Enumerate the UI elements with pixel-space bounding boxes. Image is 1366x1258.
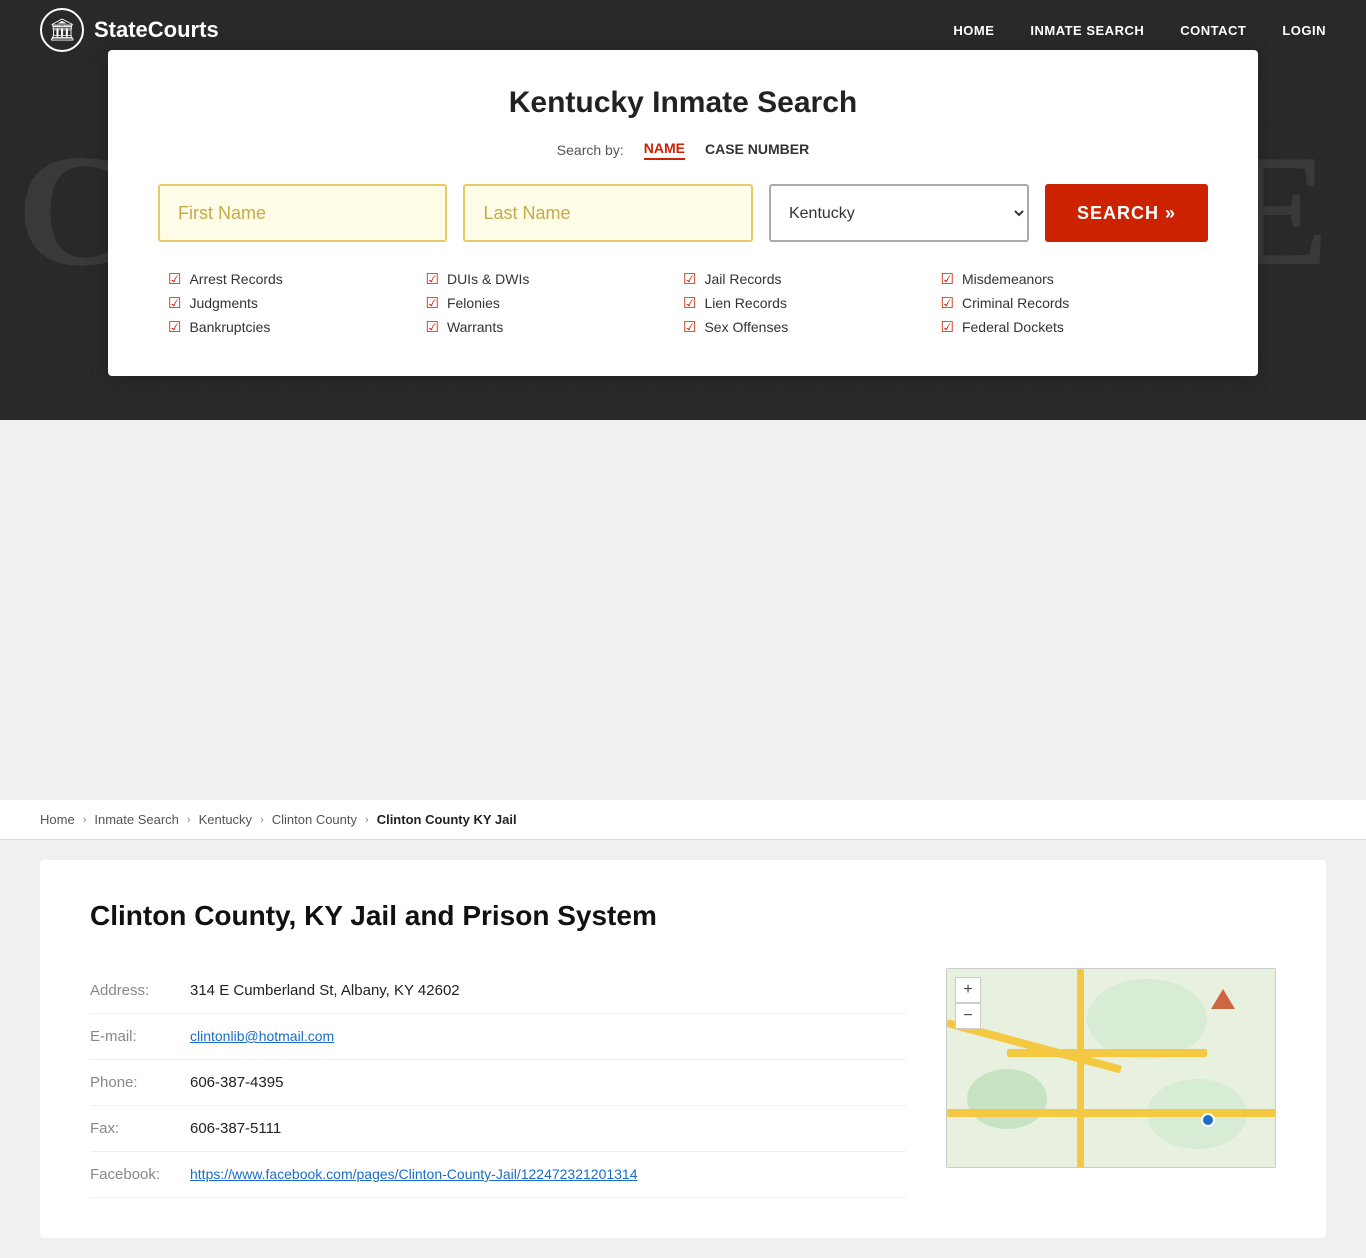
breadcrumb-separator: › [365,814,369,826]
breadcrumb: Home › Inmate Search › Kentucky › Clinton Coun… [0,800,1366,840]
check-icon: ☑ [426,294,439,312]
tab-name[interactable]: NAME [644,140,685,160]
check-item: ☑ Warrants [426,318,684,336]
map-road-h2 [947,1109,1275,1117]
breadcrumb-item-1[interactable]: Inmate Search [94,812,179,827]
check-item: ☑ Misdemeanors [941,270,1199,288]
check-item: ☑ Sex Offenses [683,318,941,336]
search-title: Kentucky Inmate Search [158,86,1208,120]
breadcrumb-item-0[interactable]: Home [40,812,75,827]
breadcrumb-separator: › [187,814,191,826]
first-name-input[interactable] [158,184,447,242]
map-zoom-out[interactable]: − [955,1003,981,1029]
map-controls: + − [955,977,981,1029]
check-icon: ☑ [168,270,181,288]
check-icon: ☑ [941,318,954,336]
breadcrumb-item-3[interactable]: Clinton County [272,812,357,827]
map-triangle-marker [1211,989,1235,1009]
nav-links: HOME INMATE SEARCH CONTACT LOGIN [953,23,1326,38]
nav-inmate-search[interactable]: INMATE SEARCH [1030,23,1144,38]
info-label: E-mail: [90,1028,190,1045]
info-row: Address:314 E Cumberland St, Albany, KY … [90,968,906,1014]
search-fields: Kentucky Alabama Alaska Arizona Arkansas… [158,184,1208,242]
info-value: 314 E Cumberland St, Albany, KY 42602 [190,982,460,999]
info-label: Address: [90,982,190,999]
info-label: Phone: [90,1074,190,1091]
checks-grid: ☑ Arrest Records ☑ DUIs & DWIs ☑ Jail Records… [158,270,1208,336]
map-area: + − [946,968,1276,1168]
content-wrapper: Address:314 E Cumberland St, Albany, KY … [90,968,1276,1198]
check-icon: ☑ [683,318,696,336]
info-value[interactable]: https://www.facebook.com/pages/Clinton-C… [190,1166,638,1182]
check-label: Lien Records [704,295,787,311]
site-logo[interactable]: 🏛 StateCourts [40,8,219,52]
search-by-label: Search by: [557,142,624,158]
check-label: Misdemeanors [962,271,1054,287]
info-row: Facebook:https://www.facebook.com/pages/… [90,1152,906,1198]
breadcrumb-separator: › [260,814,264,826]
check-label: Sex Offenses [704,319,788,335]
check-item: ☑ DUIs & DWIs [426,270,684,288]
logo-text: StateCourts [94,17,219,43]
map-terrain-1 [1087,979,1207,1059]
check-icon: ☑ [426,318,439,336]
check-item: ☑ Arrest Records [168,270,426,288]
nav-login[interactable]: LOGIN [1282,23,1326,38]
map-location-marker [1201,1113,1215,1127]
check-item: ☑ Federal Dockets [941,318,1199,336]
search-by-row: Search by: NAME CASE NUMBER [158,140,1208,160]
map-road-v1 [1077,969,1084,1167]
map-zoom-in[interactable]: + [955,977,981,1003]
check-icon: ☑ [426,270,439,288]
nav-contact[interactable]: CONTACT [1180,23,1246,38]
state-select[interactable]: Kentucky Alabama Alaska Arizona Arkansas… [769,184,1029,242]
search-card: Kentucky Inmate Search Search by: NAME C… [108,50,1258,376]
tab-case-number[interactable]: CASE NUMBER [705,141,809,159]
check-label: Arrest Records [189,271,282,287]
info-row: Fax:606-387-5111 [90,1106,906,1152]
logo-icon: 🏛 [40,8,84,52]
check-label: Federal Dockets [962,319,1064,335]
check-label: Criminal Records [962,295,1069,311]
content-section: Clinton County, KY Jail and Prison Syste… [40,860,1326,1238]
hero-section: COURTHOUSE 🏛 StateCourts HOME INMATE SEA… [0,0,1366,420]
search-button[interactable]: SEARCH » [1045,184,1208,242]
check-item: ☑ Lien Records [683,294,941,312]
check-icon: ☑ [683,294,696,312]
last-name-input[interactable] [463,184,752,242]
check-icon: ☑ [683,270,696,288]
check-item: ☑ Jail Records [683,270,941,288]
check-item: ☑ Bankruptcies [168,318,426,336]
check-label: Felonies [447,295,500,311]
check-item: ☑ Judgments [168,294,426,312]
nav-home[interactable]: HOME [953,23,994,38]
check-item: ☑ Felonies [426,294,684,312]
info-area: Address:314 E Cumberland St, Albany, KY … [90,968,906,1198]
breadcrumb-item-2[interactable]: Kentucky [199,812,252,827]
info-value[interactable]: clintonlib@hotmail.com [190,1028,334,1044]
check-icon: ☑ [941,294,954,312]
check-item: ☑ Criminal Records [941,294,1199,312]
check-icon: ☑ [168,318,181,336]
breadcrumb-separator: › [83,814,87,826]
check-icon: ☑ [941,270,954,288]
check-label: Judgments [189,295,257,311]
info-row: Phone:606-387-4395 [90,1060,906,1106]
info-row: E-mail:clintonlib@hotmail.com [90,1014,906,1060]
check-label: Warrants [447,319,503,335]
check-icon: ☑ [168,294,181,312]
info-value: 606-387-4395 [190,1074,283,1091]
map-placeholder: + − [947,969,1275,1167]
check-label: Jail Records [704,271,781,287]
info-value: 606-387-5111 [190,1120,281,1137]
check-label: DUIs & DWIs [447,271,529,287]
info-label: Facebook: [90,1166,190,1183]
check-label: Bankruptcies [189,319,270,335]
breadcrumb-current: Clinton County KY Jail [377,812,517,827]
map-terrain-2 [967,1069,1047,1129]
info-label: Fax: [90,1120,190,1137]
content-title: Clinton County, KY Jail and Prison Syste… [90,900,1276,932]
